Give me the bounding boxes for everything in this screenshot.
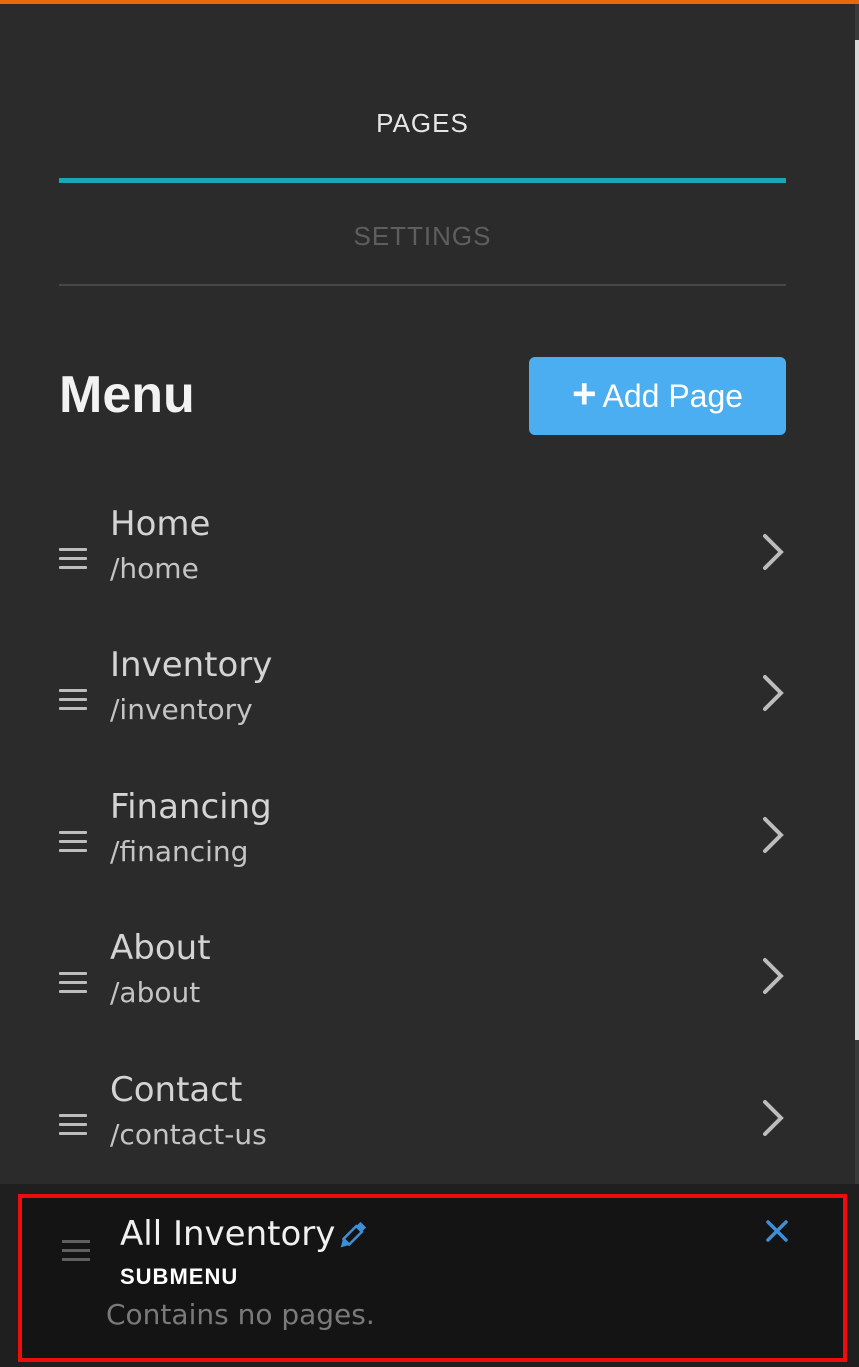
submenu-empty-text: Contains no pages.: [106, 1298, 375, 1331]
close-icon[interactable]: [762, 1216, 792, 1246]
menu-item-path: /about: [110, 976, 201, 1009]
menu-heading: Menu: [59, 366, 195, 424]
tab-pages[interactable]: PAGES: [59, 108, 786, 139]
submenu-title: All Inventory: [120, 1214, 336, 1254]
drag-handle-icon[interactable]: [59, 1114, 87, 1140]
tab-pages-active-indicator: [59, 178, 786, 183]
menu-item-path: /inventory: [110, 693, 253, 726]
menu-item-home[interactable]: Home /home: [59, 504, 786, 622]
menu-item-title: Home: [110, 504, 211, 544]
add-page-label: Add Page: [602, 377, 744, 414]
menu-item-path: /contact-us: [110, 1118, 267, 1151]
menu-item-inventory[interactable]: Inventory /inventory: [59, 645, 786, 763]
chevron-right-icon[interactable]: [760, 815, 786, 855]
menu-item-about[interactable]: About /about: [59, 928, 786, 1046]
chevron-right-icon[interactable]: [760, 532, 786, 572]
menu-item-title: Contact: [110, 1070, 243, 1110]
drag-handle-icon[interactable]: [59, 972, 87, 998]
menu-item-path: /financing: [110, 835, 249, 868]
drag-handle-icon[interactable]: [59, 548, 87, 574]
menu-item-contact[interactable]: Contact /contact-us: [59, 1070, 786, 1188]
submenu-type-label: SUBMENU: [120, 1264, 239, 1289]
tab-divider: [59, 284, 786, 286]
pencil-icon[interactable]: [334, 1218, 370, 1254]
drag-handle-icon[interactable]: [59, 689, 87, 715]
chevron-right-icon[interactable]: [760, 1098, 786, 1138]
chevron-right-icon[interactable]: [760, 673, 786, 713]
menu-item-path: /home: [110, 552, 199, 585]
add-page-button[interactable]: + Add Page: [529, 357, 786, 435]
chevron-right-icon[interactable]: [760, 956, 786, 996]
scrollbar-thumb[interactable]: [855, 40, 859, 1040]
submenu-item-all-inventory[interactable]: All Inventory SUBMENU Contains no pages.: [18, 1194, 847, 1362]
menu-item-financing[interactable]: Financing /financing: [59, 787, 786, 905]
menu-item-title: Financing: [110, 787, 272, 827]
plus-icon: +: [571, 370, 597, 417]
drag-handle-icon[interactable]: [62, 1240, 90, 1266]
menu-item-title: About: [110, 928, 211, 968]
menu-item-title: Inventory: [110, 645, 273, 685]
drag-handle-icon[interactable]: [59, 831, 87, 857]
tab-settings[interactable]: SETTINGS: [59, 221, 786, 252]
